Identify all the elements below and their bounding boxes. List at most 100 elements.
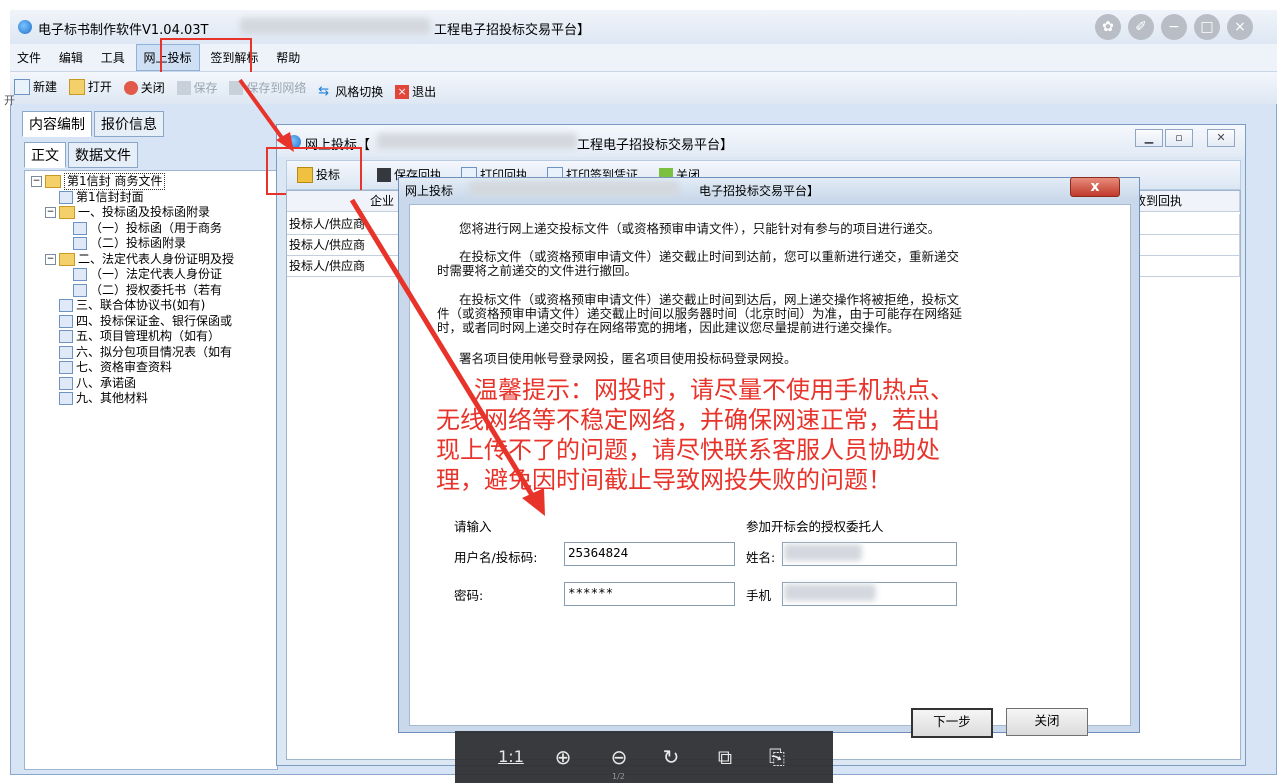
dialog-title: 网上投标 — [405, 184, 454, 198]
tree-item-label: 九、其他材料 — [76, 391, 149, 405]
folder-icon — [45, 175, 61, 188]
tree-item[interactable]: 七、资格审查资料 — [45, 360, 172, 375]
close-icon[interactable]: × — [1227, 14, 1253, 40]
tab-body[interactable]: 正文 — [24, 142, 66, 168]
notice-paragraph-3b: 件（或资格预审申请文件）递交截止时间以服务器时间（北京时间）为准，由于可能存在网… — [437, 306, 963, 321]
exit-label: 退出 — [412, 85, 437, 99]
pin-icon[interactable]: ✐ — [1128, 14, 1154, 40]
tree-item[interactable]: （二）投标函附录 — [59, 236, 186, 251]
notice-paragraph-4: 署名项目使用帐号登录网投，匿名项目使用投标码登录网投。 — [459, 351, 797, 366]
minimize-icon[interactable]: − — [1161, 14, 1187, 40]
tree-item-label: 一、投标函及投标函附录 — [78, 205, 211, 219]
tree-item[interactable]: − 第1信封 商务文件 — [31, 173, 166, 190]
style-switch-button[interactable]: ⇆ 风格切换 — [314, 77, 387, 106]
table-row[interactable]: 投标人/供应商 — [287, 214, 399, 235]
document-icon — [59, 190, 73, 204]
tree-expander-icon[interactable]: − — [45, 207, 56, 218]
notice-paragraph-2a: 在投标文件（或资格预审申请文件）递交截止时间到达前，您可以重新进行递交，重新递交 — [459, 249, 960, 264]
maximize-icon[interactable]: □ — [1194, 14, 1220, 40]
tree-item[interactable]: 八、承诺函 — [45, 376, 136, 391]
dialog-title-suffix: 电子招投标交易平台】 — [699, 184, 820, 198]
redacted-bid-title — [377, 133, 577, 149]
save-image-icon[interactable]: ⎘ — [761, 741, 793, 773]
menu-help[interactable]: 帮助 — [269, 45, 307, 70]
app-title: 电子标书制作软件V1.04.03T — [38, 23, 209, 38]
tree-item-label: 四、投标保证金、银行保函或 — [76, 313, 233, 328]
tree-item[interactable]: 四、投标保证金、银行保函或 — [45, 314, 232, 329]
skin-icon[interactable]: ✿ — [1095, 14, 1121, 40]
bid-minimize-icon[interactable]: ▁ — [1135, 129, 1163, 147]
tab-data-files[interactable]: 数据文件 — [68, 142, 138, 168]
sub-tabs: 正文 数据文件 — [24, 142, 140, 168]
new-button[interactable]: 新建 — [10, 72, 61, 101]
tree-expander-icon[interactable]: − — [45, 253, 56, 265]
password-input[interactable]: ****** — [564, 582, 735, 606]
tree-item[interactable]: 九、其他材料 — [45, 391, 148, 406]
tree-item[interactable]: − 一、投标函及投标函附录 — [45, 205, 210, 220]
tree-item[interactable]: （二）授权委托书（若有 — [59, 283, 222, 298]
document-icon — [73, 268, 87, 281]
save-button[interactable]: 保存 — [173, 73, 222, 102]
save-network-icon — [229, 80, 244, 95]
page-hint: 1/2 — [612, 772, 625, 781]
document-icon — [59, 361, 73, 374]
folder-icon — [59, 252, 75, 266]
tree-item[interactable]: 三、联合体协议书(如有) — [45, 298, 205, 313]
header-receipt: 收到回执 — [1132, 191, 1240, 212]
table-row[interactable]: 投标人/供应商 — [287, 256, 399, 277]
menu-file[interactable]: 文件 — [10, 45, 48, 70]
bid-maximize-icon[interactable]: ▫ — [1165, 129, 1193, 147]
actual-size-button[interactable]: 1:1 — [495, 741, 527, 773]
crop-icon[interactable]: ⧉ — [709, 741, 741, 773]
tree-item[interactable]: （一）投标函（用于商务 — [59, 221, 222, 236]
zoom-in-icon[interactable]: ⊕ — [547, 741, 579, 773]
save-to-network-button[interactable]: 保存到网络 — [225, 73, 310, 102]
tree-item-label: 五、项目管理机构（如有） — [76, 329, 221, 343]
open-button[interactable]: 打开 — [65, 72, 116, 101]
tree-expander-icon[interactable]: − — [31, 176, 42, 187]
new-doc-icon — [14, 78, 30, 95]
tree-item-label: 七、资格审查资料 — [76, 360, 173, 374]
save-network-label: 保存到网络 — [246, 81, 307, 95]
document-icon — [59, 345, 73, 359]
document-icon — [73, 221, 87, 235]
folder-open-icon — [68, 78, 85, 95]
document-icon — [59, 392, 73, 405]
input-heading: 请输入 — [454, 519, 492, 534]
tree-item[interactable]: （一）法定代表人身份证 — [59, 267, 222, 282]
next-step-button[interactable]: 下一步 — [911, 708, 993, 738]
dialog-titlebar: 网上投标 电子招投标交易平台】 — [399, 178, 1139, 200]
dialog-close-icon[interactable]: x — [1070, 177, 1120, 197]
image-viewer-toolbar: 1:1 ⊕ ⊖ ↻ ⧉ ⎘ — [455, 731, 833, 783]
exit-button[interactable]: × 退出 — [391, 77, 440, 106]
table-row[interactable]: 投标人/供应商 — [287, 235, 399, 256]
tab-price-info[interactable]: 报价信息 — [94, 111, 164, 137]
tab-content-edit[interactable]: 内容编制 — [22, 111, 92, 137]
warning-line: 温馨提示：网投时，请尽量不使用手机热点、 — [474, 376, 954, 404]
menu-edit[interactable]: 编辑 — [52, 45, 90, 70]
rotate-icon[interactable]: ↻ — [655, 741, 687, 773]
dialog-close-button[interactable]: 关闭 — [1006, 708, 1088, 736]
receipt-cell — [1132, 214, 1240, 235]
warning-line: 现上传不了的问题，请尽快联系客服人员协助处 — [436, 436, 940, 464]
document-icon — [59, 299, 73, 312]
password-label: 密码: — [454, 588, 484, 603]
tree-item[interactable]: 六、拟分包项目情况表（如有 — [45, 345, 232, 360]
username-input[interactable]: 25364824 — [564, 542, 735, 566]
menu-tools[interactable]: 工具 — [94, 45, 132, 70]
tree-item[interactable]: 五、项目管理机构（如有） — [45, 329, 220, 344]
tree-item[interactable]: − 二、法定代表人身份证明及授 — [45, 252, 234, 267]
redacted-name — [784, 544, 862, 561]
bid-close-icon[interactable]: ✕ — [1207, 129, 1235, 147]
phone-label: 手机 — [746, 588, 772, 603]
tree-item[interactable]: 第1信封封面 — [45, 190, 144, 205]
delegate-heading: 参加开标会的授权委托人 — [746, 519, 884, 534]
save-icon — [176, 80, 191, 95]
warning-line: 理，避免因时间截止导致网投失败的问题！ — [436, 466, 892, 494]
document-icon — [59, 314, 73, 328]
close-doc-button[interactable]: 关闭 — [120, 73, 169, 102]
redacted-phone — [784, 584, 876, 601]
zoom-out-icon[interactable]: ⊖ — [603, 741, 635, 773]
username-label: 用户名/投标码: — [454, 550, 538, 565]
tree-item-label: 三、联合体协议书(如有) — [76, 298, 206, 312]
